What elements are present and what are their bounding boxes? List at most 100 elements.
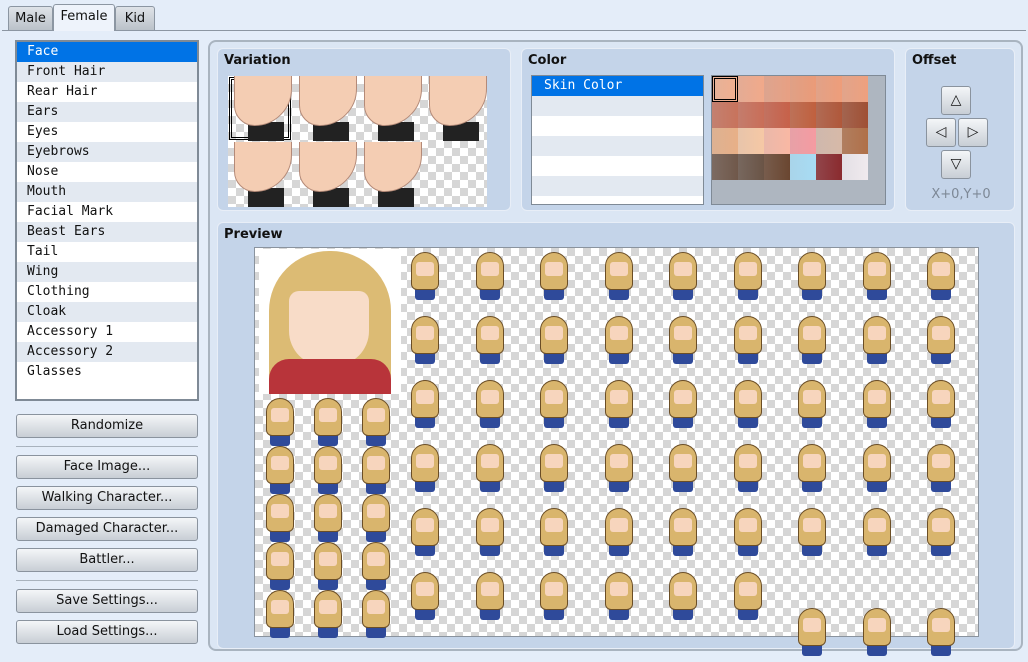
variation-grid[interactable]	[228, 76, 487, 207]
color-swatch[interactable]	[790, 128, 816, 154]
parts-list-item[interactable]: Rear Hair	[17, 82, 197, 102]
character-sprite	[534, 506, 574, 562]
color-swatch[interactable]	[842, 154, 868, 180]
parts-list[interactable]: Face Front Hair Rear Hair Ears Eyes Eyebrows N…	[15, 40, 199, 401]
character-sprite	[663, 250, 703, 306]
character-sprite	[663, 378, 703, 434]
damaged-character-button[interactable]: Damaged Character...	[16, 517, 198, 541]
parts-list-item[interactable]: Wing	[17, 262, 197, 282]
color-palette[interactable]	[711, 75, 886, 205]
color-swatch[interactable]	[764, 128, 790, 154]
character-sprite	[405, 442, 445, 498]
color-swatch[interactable]	[764, 102, 790, 128]
parts-list-item[interactable]: Face	[17, 42, 197, 62]
character-sprite	[599, 570, 639, 626]
parts-list-item[interactable]: Accessory 2	[17, 342, 197, 362]
character-sprite	[857, 314, 897, 370]
parts-list-item[interactable]: Front Hair	[17, 62, 197, 82]
character-sprite	[356, 588, 396, 644]
color-swatch[interactable]	[712, 154, 738, 180]
color-swatch[interactable]	[816, 128, 842, 154]
color-swatch[interactable]	[764, 76, 790, 102]
color-swatch[interactable]	[790, 102, 816, 128]
color-swatch[interactable]	[764, 154, 790, 180]
color-list-empty-row[interactable]	[532, 96, 703, 116]
variation-title: Variation	[224, 53, 291, 68]
parts-list-item[interactable]: Ears	[17, 102, 197, 122]
color-swatch[interactable]	[790, 76, 816, 102]
variation-option[interactable]	[228, 76, 292, 141]
parts-list-item[interactable]: Mouth	[17, 182, 197, 202]
color-swatch[interactable]	[738, 76, 764, 102]
character-sprite	[534, 314, 574, 370]
color-swatch[interactable]	[842, 76, 868, 102]
offset-right-button[interactable]: ▷	[958, 118, 988, 147]
color-swatch[interactable]	[790, 154, 816, 180]
face-image-button[interactable]: Face Image...	[16, 455, 198, 479]
parts-list-item[interactable]: Nose	[17, 162, 197, 182]
color-list-item[interactable]: Skin Color	[532, 76, 703, 96]
character-sprite	[921, 606, 961, 662]
character-sprite	[792, 250, 832, 306]
load-settings-button[interactable]: Load Settings...	[16, 620, 198, 644]
character-sprite	[728, 442, 768, 498]
parts-list-item[interactable]: Eyes	[17, 122, 197, 142]
offset-readout: X+0,Y+0	[931, 187, 991, 202]
randomize-button[interactable]: Randomize	[16, 414, 198, 438]
color-list-empty-row[interactable]	[532, 156, 703, 176]
offset-down-button[interactable]: ▽	[941, 150, 971, 179]
character-sprite	[728, 314, 768, 370]
preview-title: Preview	[224, 227, 283, 242]
color-swatch[interactable]	[842, 102, 868, 128]
character-sprite	[792, 506, 832, 562]
color-swatch[interactable]	[816, 154, 842, 180]
offset-left-button[interactable]: ◁	[926, 118, 956, 147]
preview-canvas	[254, 247, 979, 656]
parts-list-item[interactable]: Beast Ears	[17, 222, 197, 242]
tab-female[interactable]: Female	[53, 4, 115, 31]
save-settings-button[interactable]: Save Settings...	[16, 589, 198, 613]
character-sprite	[857, 378, 897, 434]
color-list-empty-row[interactable]	[532, 176, 703, 196]
character-sprite	[921, 378, 961, 434]
parts-list-item[interactable]: Cloak	[17, 302, 197, 322]
character-sprite	[663, 314, 703, 370]
variation-option[interactable]	[293, 142, 357, 207]
character-sprite	[470, 314, 510, 370]
parts-list-item[interactable]: Clothing	[17, 282, 197, 302]
variation-option[interactable]	[423, 76, 487, 141]
color-swatch[interactable]	[712, 102, 738, 128]
variation-option[interactable]	[293, 76, 357, 141]
preview-group: Preview	[217, 222, 1015, 656]
color-swatch[interactable]	[712, 76, 738, 102]
color-swatch[interactable]	[816, 76, 842, 102]
parts-list-item[interactable]: Glasses	[17, 362, 197, 382]
color-list-empty-row[interactable]	[532, 116, 703, 136]
color-swatch[interactable]	[738, 102, 764, 128]
parts-list-item[interactable]: Tail	[17, 242, 197, 262]
variation-option[interactable]	[358, 142, 422, 207]
color-swatch[interactable]	[738, 154, 764, 180]
character-sprite	[470, 378, 510, 434]
offset-title: Offset	[912, 53, 957, 68]
tab-kid[interactable]: Kid	[115, 6, 155, 31]
character-sprite	[728, 250, 768, 306]
color-list[interactable]: Skin Color	[531, 75, 704, 205]
offset-up-button[interactable]: △	[941, 86, 971, 115]
parts-list-item[interactable]: Facial Mark	[17, 202, 197, 222]
variation-option[interactable]	[228, 142, 292, 207]
parts-list-item[interactable]: Accessory 1	[17, 322, 197, 342]
character-sprite	[921, 314, 961, 370]
parts-list-item[interactable]: Eyebrows	[17, 142, 197, 162]
color-swatch[interactable]	[738, 128, 764, 154]
battler-button[interactable]: Battler...	[16, 548, 198, 572]
color-swatch[interactable]	[712, 128, 738, 154]
character-sprite	[921, 506, 961, 562]
character-sprite	[599, 442, 639, 498]
variation-option[interactable]	[358, 76, 422, 141]
color-list-empty-row[interactable]	[532, 136, 703, 156]
color-swatch[interactable]	[842, 128, 868, 154]
color-swatch[interactable]	[816, 102, 842, 128]
walking-character-button[interactable]: Walking Character...	[16, 486, 198, 510]
tab-male[interactable]: Male	[8, 6, 53, 31]
